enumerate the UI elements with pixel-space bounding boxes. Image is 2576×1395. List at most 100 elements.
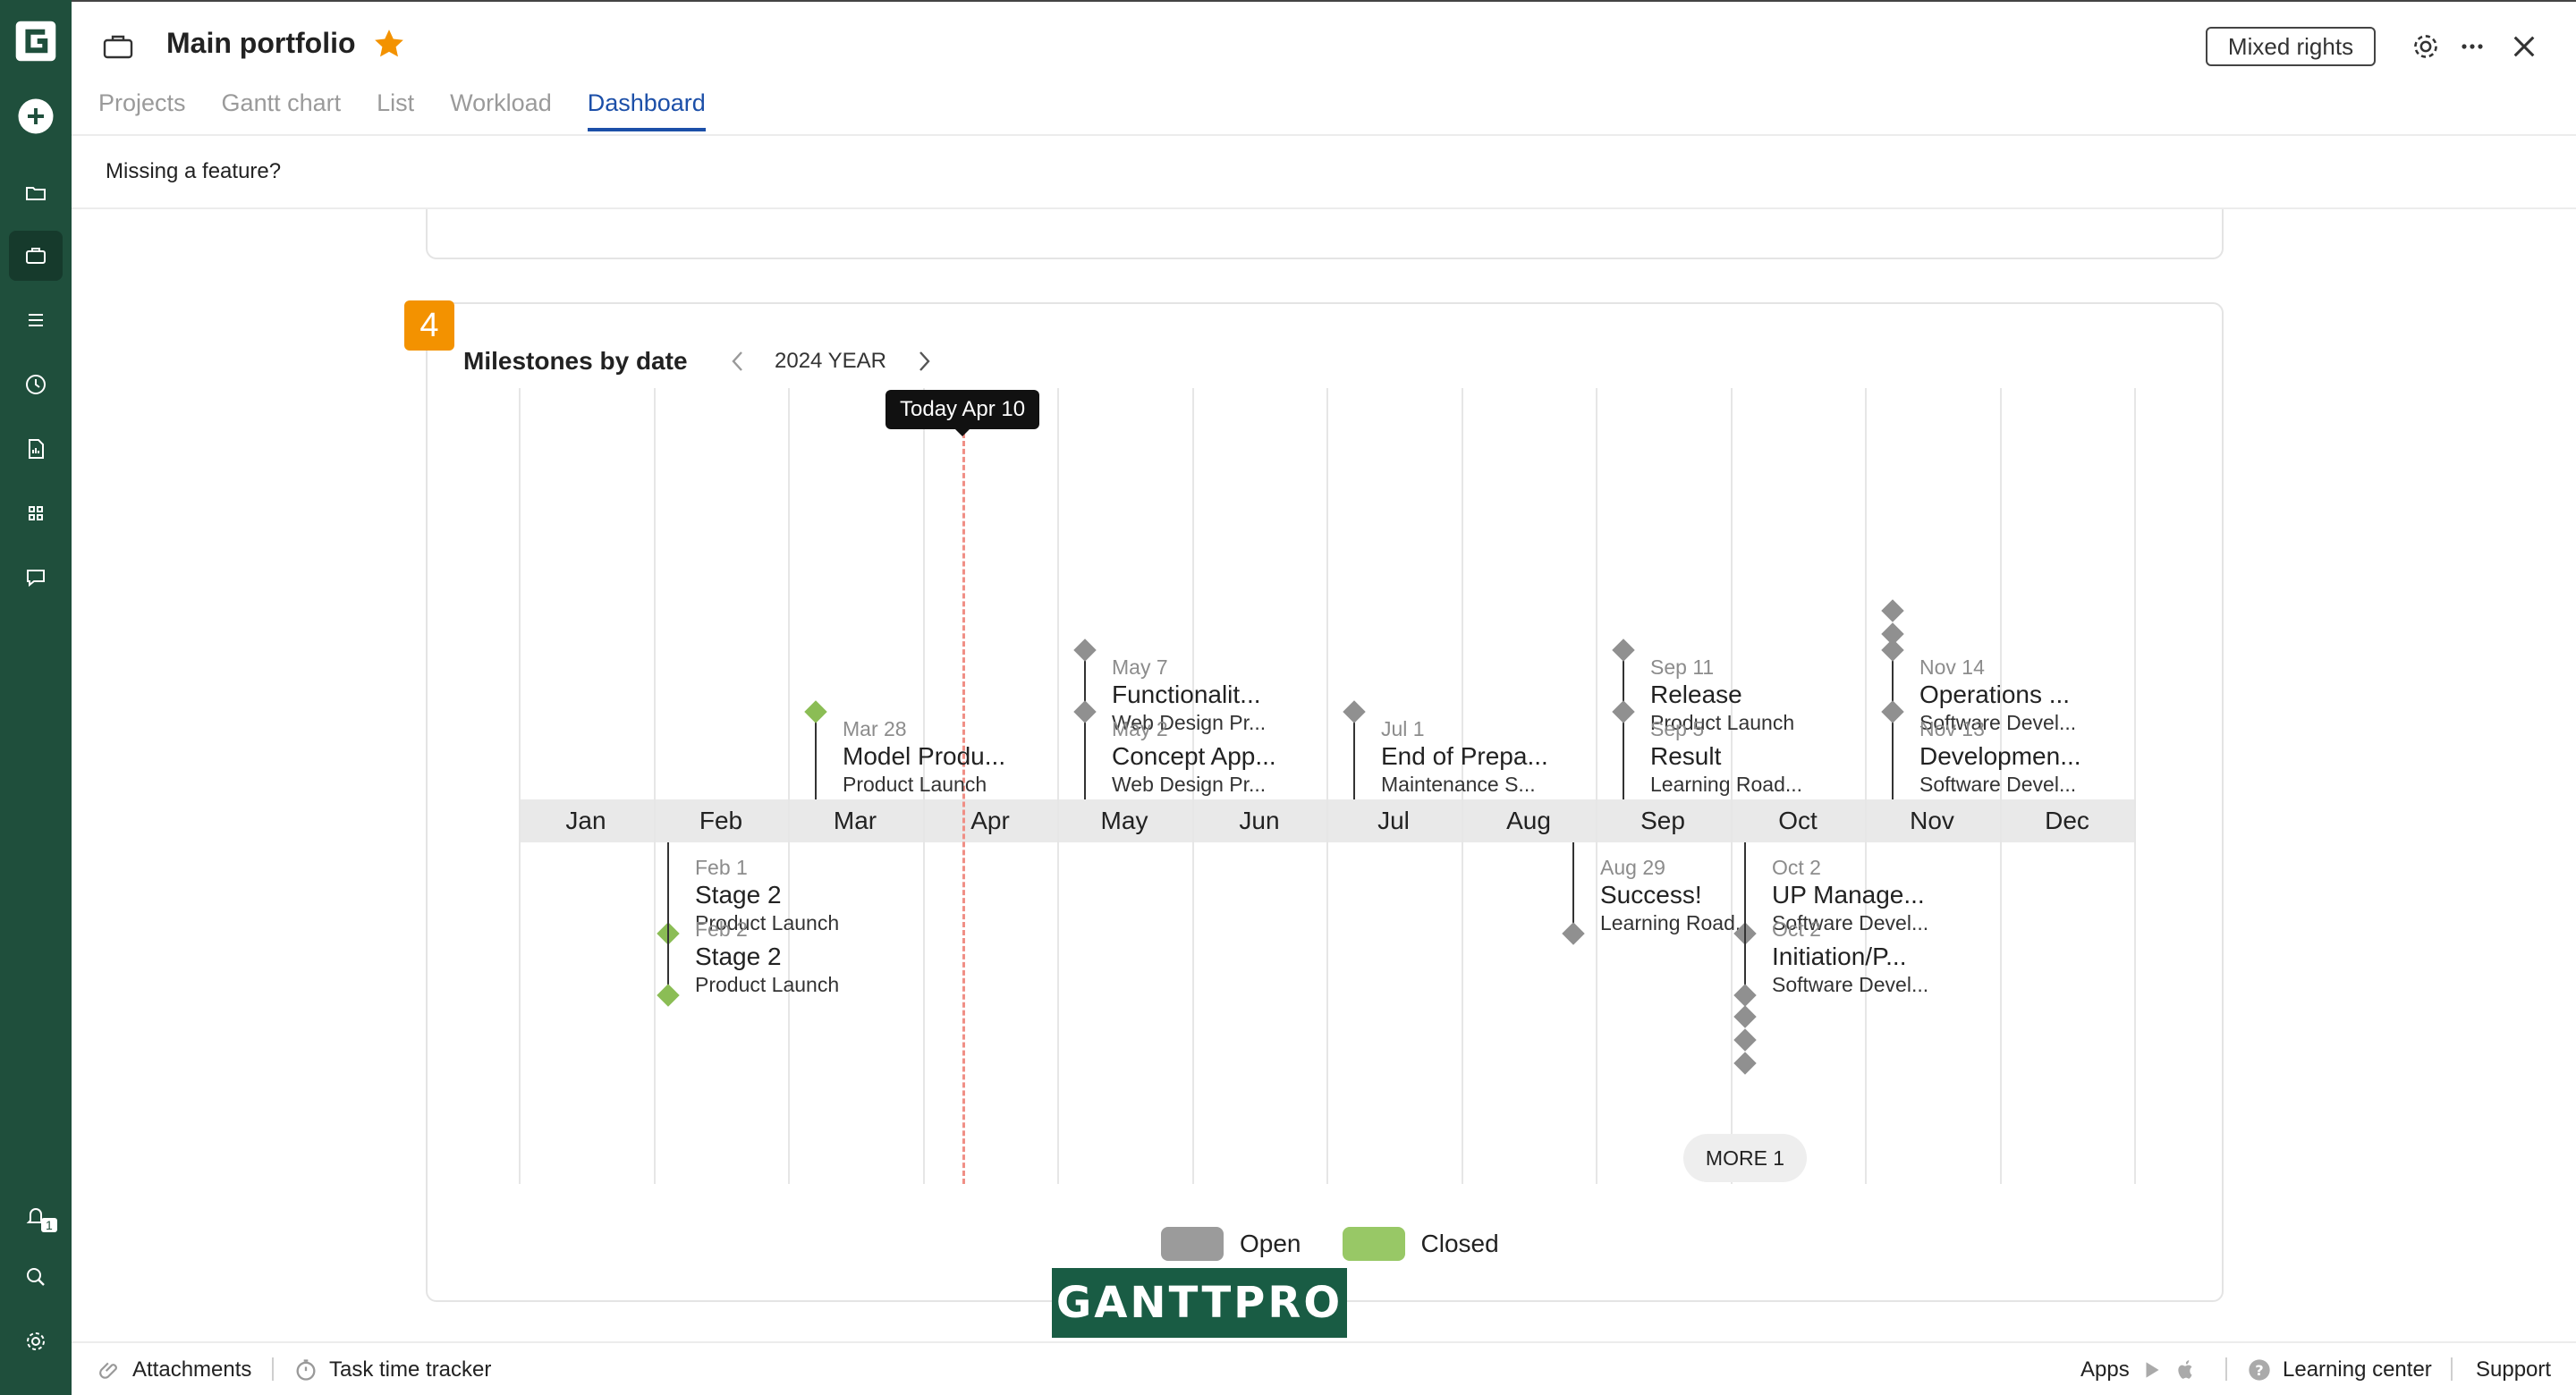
milestone-marker[interactable] [804, 700, 827, 723]
chat-icon[interactable] [9, 553, 63, 603]
chevron-left-icon[interactable] [726, 347, 750, 380]
milestone-date: Oct 2 [1772, 856, 1821, 879]
milestone-stem [667, 842, 669, 995]
help-icon: ? [2249, 1359, 2270, 1381]
milestone-timeline: Jan Feb Mar Apr May Jun Jul Aug Sep Oct Nov Dec Toda… [519, 388, 2136, 1184]
svg-text:?: ? [2255, 1362, 2263, 1379]
support-label: Support [2476, 1357, 2552, 1382]
tab-gantt-chart[interactable]: Gantt chart [222, 89, 342, 131]
year-label: 2024 YEAR [775, 349, 886, 373]
milestone-stem [1353, 712, 1355, 799]
month-gridline [519, 388, 521, 1184]
logo-icon[interactable] [9, 16, 63, 66]
milestone-name: Stage 2 [695, 943, 782, 970]
milestone-label[interactable]: Oct 2 Initiation/P... Software Devel... [1772, 917, 2022, 997]
more-milestones-button[interactable]: MORE 1 [1683, 1134, 1807, 1182]
time-tracker-label: Task time tracker [329, 1357, 492, 1382]
milestone-date: Nov 14 [1919, 655, 1985, 679]
milestone-date: May 7 [1112, 655, 1168, 679]
briefcase-icon[interactable] [9, 231, 63, 281]
search-icon[interactable] [9, 1252, 63, 1302]
milestone-label[interactable]: Feb 2 Stage 2 Product Launch [695, 917, 945, 997]
close-icon[interactable] [2508, 30, 2540, 67]
divider [72, 134, 2576, 136]
milestone-marker[interactable] [1612, 638, 1635, 662]
tab-list[interactable]: List [377, 89, 414, 131]
month-label: Jan [565, 807, 606, 834]
play-store-icon [2146, 1362, 2159, 1378]
month-gridline [654, 388, 656, 1184]
stacked-milestone-marker[interactable] [1733, 1005, 1757, 1028]
gear-icon[interactable] [9, 1316, 63, 1366]
milestone-project: Software Devel... [1919, 773, 2077, 796]
stacked-milestone-marker[interactable] [1881, 599, 1904, 622]
milestone-date: Feb 1 [695, 856, 748, 879]
legend-swatch-open [1161, 1227, 1224, 1261]
month-label: Jun [1239, 807, 1280, 834]
milestone-marker[interactable] [656, 984, 680, 1007]
milestone-stem [1744, 842, 1746, 995]
folder-icon[interactable] [9, 168, 63, 218]
ganttpro-watermark: GANTTPRO [1052, 1268, 1347, 1338]
milestone-label[interactable]: Sep 5 Result Learning Road... [1650, 716, 1901, 797]
milestone-marker[interactable] [1073, 638, 1097, 662]
previous-widget-card [426, 209, 2224, 259]
milestone-project: Maintenance S... [1381, 773, 1536, 796]
clock-icon[interactable] [9, 359, 63, 410]
tab-workload[interactable]: Workload [450, 89, 552, 131]
milestone-label[interactable]: Nov 13 Developmen... Software Devel... [1919, 716, 2170, 797]
support-link[interactable]: Support [2476, 1357, 2551, 1382]
milestone-name: Operations ... [1919, 681, 2071, 708]
grid-icon[interactable] [9, 488, 63, 538]
view-tabs: Projects Gantt chart List Workload Dashb… [98, 89, 706, 131]
footer-separator [2451, 1357, 2453, 1381]
chevron-right-icon[interactable] [912, 347, 936, 380]
month-label: May [1100, 807, 1148, 834]
milestone-stem [1623, 712, 1624, 799]
month-label: Jul [1377, 807, 1410, 834]
tab-dashboard[interactable]: Dashboard [587, 89, 706, 131]
milestone-label[interactable]: Mar 28 Model Produ... Product Launch [843, 716, 1093, 797]
stacked-milestone-marker[interactable] [1881, 622, 1904, 646]
time-tracker-link[interactable]: Task time tracker [293, 1357, 491, 1382]
milestone-stem [815, 712, 817, 799]
milestone-label[interactable]: May 2 Concept App... Web Design Pr... [1112, 716, 1362, 797]
list-icon[interactable] [9, 295, 63, 345]
report-icon[interactable] [9, 424, 63, 474]
milestone-label[interactable]: Jul 1 End of Prepa... Maintenance S... [1381, 716, 1631, 797]
milestone-stem [1892, 712, 1894, 799]
stacked-milestone-marker[interactable] [1733, 1052, 1757, 1075]
top-border [72, 0, 2576, 2]
learning-center-label: Learning center [2283, 1357, 2432, 1382]
add-icon[interactable] [9, 91, 63, 141]
star-icon[interactable] [372, 27, 406, 65]
milestone-marker[interactable] [1733, 984, 1757, 1007]
stacked-milestone-marker[interactable] [1733, 1028, 1757, 1052]
milestone-marker[interactable] [1561, 922, 1585, 945]
settings-icon[interactable] [2410, 30, 2442, 67]
bell-icon[interactable]: 1 [9, 1191, 63, 1241]
attachments-link[interactable]: Attachments [98, 1357, 251, 1382]
legend-label-open: Open [1240, 1230, 1301, 1257]
milestone-name: Stage 2 [695, 881, 782, 909]
learning-center-link[interactable]: ? Learning center [2247, 1357, 2432, 1382]
milestone-name: End of Prepa... [1381, 742, 1548, 770]
milestone-name: Developmen... [1919, 742, 2081, 770]
mixed-rights-button[interactable]: Mixed rights [2206, 27, 2376, 66]
more-icon[interactable] [2456, 30, 2488, 67]
month-label: Apr [970, 807, 1010, 834]
month-label: Mar [833, 807, 877, 834]
milestone-name: UP Manage... [1772, 881, 1925, 909]
month-label: Oct [1778, 807, 1818, 834]
apps-link[interactable]: Apps [2080, 1357, 2198, 1382]
month-label: Sep [1640, 807, 1685, 834]
apple-icon [2178, 1360, 2192, 1379]
milestone-name: Initiation/P... [1772, 943, 1907, 970]
tab-projects[interactable]: Projects [98, 89, 186, 131]
today-line [962, 433, 965, 1184]
missing-feature-link[interactable]: Missing a feature? [106, 159, 281, 184]
milestone-name: Model Produ... [843, 742, 1006, 770]
milestone-name: Release [1650, 681, 1742, 708]
milestone-date: Nov 13 [1919, 717, 1985, 740]
milestone-project: Product Launch [843, 773, 987, 796]
